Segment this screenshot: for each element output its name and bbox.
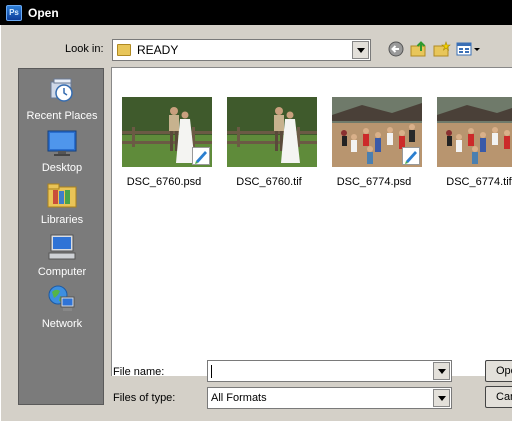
look-in-label: Look in:: [65, 43, 104, 55]
look-in-dropdown-button[interactable]: [352, 41, 369, 59]
back-arrow-icon[interactable]: [387, 40, 405, 58]
file-name-dropdown-button[interactable]: [433, 362, 450, 380]
file-name-combobox[interactable]: [207, 360, 452, 382]
file-item[interactable]: DSC_6774.psd: [324, 97, 424, 188]
open-button[interactable]: Open: [485, 360, 512, 382]
file-name-label: DSC_6774.psd: [336, 176, 412, 188]
file-item[interactable]: DSC_6774.tif: [429, 97, 512, 188]
file-item[interactable]: DSC_6760.tif: [219, 97, 319, 188]
file-item[interactable]: DSC_6760.psd: [114, 97, 214, 188]
look-in-combobox[interactable]: READY: [112, 39, 371, 61]
place-label: Libraries: [40, 214, 84, 226]
cancel-button[interactable]: Cancel: [485, 386, 512, 408]
place-computer[interactable]: Computer: [19, 231, 105, 283]
place-label: Desktop: [41, 162, 83, 174]
open-dialog: Look in: READY Recent Places Desktop Lib…: [0, 25, 512, 421]
chevron-down-icon: [437, 395, 446, 401]
chevron-down-icon: [356, 47, 365, 53]
place-label: Network: [41, 318, 83, 330]
libraries-icon: [46, 179, 78, 211]
file-thumbnail: [122, 97, 212, 167]
nav-toolbar: [387, 40, 482, 58]
open-button-label: Open: [496, 365, 512, 377]
photoshop-file-badge-icon: [192, 147, 210, 165]
chevron-down-icon: [437, 368, 446, 374]
file-name-label: DSC_6774.tif: [446, 176, 512, 188]
file-name-label: DSC_6760.psd: [126, 176, 202, 188]
place-network[interactable]: Network: [19, 283, 105, 335]
look-in-value: READY: [137, 43, 179, 57]
place-desktop[interactable]: Desktop: [19, 127, 105, 179]
place-libraries[interactable]: Libraries: [19, 179, 105, 231]
place-label: Computer: [37, 266, 87, 278]
files-of-type-dropdown-button[interactable]: [433, 389, 450, 407]
cancel-button-label: Cancel: [496, 391, 512, 403]
file-name-label: DSC_6760.tif: [236, 176, 302, 188]
up-folder-icon[interactable]: [410, 40, 428, 58]
file-thumbnail: [332, 97, 422, 167]
places-bar: Recent Places Desktop Libraries Computer…: [18, 68, 104, 405]
ps-icon: Ps: [6, 4, 22, 21]
computer-icon: [46, 231, 78, 263]
file-thumbnail: [437, 97, 512, 167]
photoshop-file-badge-icon: [402, 147, 420, 165]
file-thumbnail: [227, 97, 317, 167]
recent-places-icon: [46, 75, 78, 107]
files-of-type-value: All Formats: [211, 392, 267, 404]
place-label: Recent Places: [26, 110, 98, 122]
files-of-type-select[interactable]: All Formats: [207, 387, 452, 409]
title-bar: Ps Open: [0, 0, 512, 25]
text-cursor: [211, 364, 212, 378]
file-list[interactable]: DSC_6760.psd DSC_6760.tif DSC_6774.psd D…: [111, 67, 512, 376]
desktop-icon: [46, 127, 78, 159]
network-icon: [46, 283, 78, 315]
new-folder-icon[interactable]: [433, 40, 451, 58]
view-menu-icon[interactable]: [456, 40, 482, 58]
place-recent-places[interactable]: Recent Places: [19, 75, 105, 127]
files-of-type-label: Files of type:: [113, 392, 176, 404]
file-name-label-text: File name:: [113, 366, 165, 378]
folder-icon: [117, 44, 131, 56]
window-title: Open: [28, 5, 59, 20]
